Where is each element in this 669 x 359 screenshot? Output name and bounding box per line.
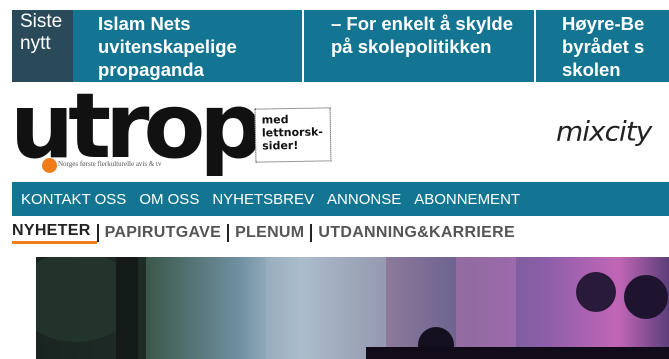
hero-illustration [36,257,669,359]
logo-tagline: Norges første flerkulturelle avis & tv [58,160,162,168]
ticker-label-line2: nytt [20,33,51,54]
logo-orange-dot [42,158,57,173]
nav-nyhetsbrev[interactable]: NYHETSBREV [212,191,314,208]
section-nav: NYHETER PAPIRUTGAVE PLENUM UTDANNING&KAR… [12,221,521,245]
ticker-item-islam-net[interactable]: Islam Nets uvitenskapelige propaganda [98,12,237,81]
badge-line: med [261,113,289,127]
hero-image[interactable] [36,257,669,359]
nav-annonse[interactable]: ANNONSE [327,191,401,208]
ticker-item-line: på skolepolitikken [331,36,492,57]
ticker-label-line1: Siste [20,11,63,32]
nav-kontakt-oss[interactable]: KONTAKT OSS [21,191,126,208]
ticker-divider [302,10,304,82]
main-nav: KONTAKT OSS OM OSS NYHETSBREV ANNONSE AB… [12,182,669,216]
ticker-item-line: byrådet s [562,36,645,57]
nav-abonnement[interactable]: ABONNEMENT [414,191,520,208]
badge-line: lettnorsk- [261,125,324,140]
ticker-item-skolepolitikk[interactable]: – For enkelt å skylde på skolepolitikken [331,12,513,58]
section-tab-plenum[interactable]: PLENUM [229,224,310,242]
ticker-item-line: – For enkelt å skylde [331,13,514,34]
mixcity-logo[interactable]: mixcity [556,116,652,147]
ticker-divider [534,10,536,82]
ticker-item-line: uvitenskapelige [98,36,237,57]
ticker-item-hoyre[interactable]: Høyre-Be byrådet s skolen [562,12,644,81]
section-tab-papirutgave[interactable]: PAPIRUTGAVE [99,224,228,242]
section-tab-utdanning-karriere[interactable]: UTDANNING&KARRIERE [312,224,521,242]
nav-om-oss[interactable]: OM OSS [139,191,199,208]
section-tab-nyheter[interactable]: NYHETER [12,222,97,244]
ticker-item-line: skolen [562,59,621,80]
ticker-label: Siste nytt [12,10,73,82]
ticker-item-line: Høyre-Be [562,13,645,34]
badge-line: sider! [262,138,299,153]
lettnorsk-badge[interactable]: med lettnorsk- sider! [254,107,332,163]
breaking-news-ticker: Siste nytt Islam Nets uvitenskapelige pr… [12,10,669,82]
ticker-item-line: Islam Nets [98,13,191,34]
